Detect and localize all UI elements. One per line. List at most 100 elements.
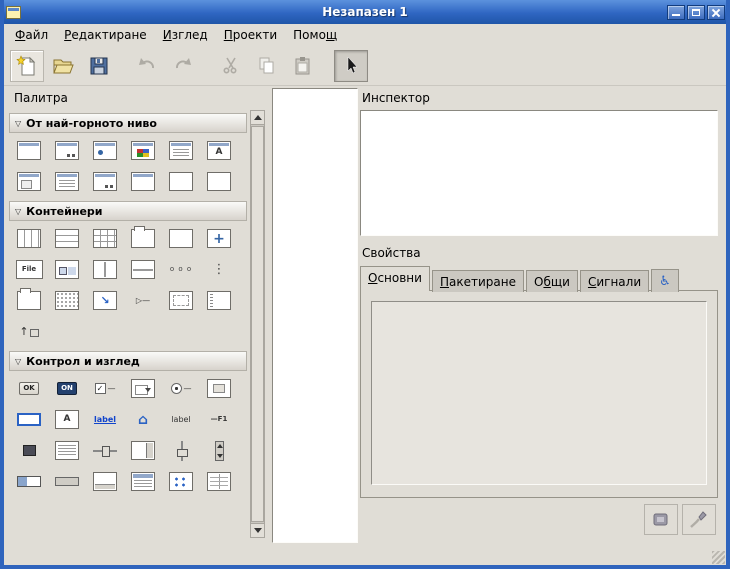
palette-item-window[interactable] bbox=[10, 135, 48, 166]
brush-icon bbox=[687, 508, 711, 532]
tab-packing[interactable]: Пакетиране bbox=[432, 270, 524, 292]
palette-item-notebook[interactable] bbox=[10, 285, 48, 316]
palette-section-header-containers[interactable]: ▽ Контейнери bbox=[9, 201, 247, 221]
palette-item-expander[interactable]: ▷— bbox=[124, 285, 162, 316]
palette-item-hseparator[interactable]: o o o bbox=[162, 254, 200, 285]
palette-item-dialog[interactable] bbox=[48, 135, 86, 166]
scroll-down-icon[interactable] bbox=[250, 523, 265, 538]
palette-item-tree-view[interactable] bbox=[200, 466, 238, 497]
input-dialog-icon bbox=[17, 172, 41, 191]
resize-grip[interactable] bbox=[712, 551, 725, 564]
new-button[interactable] bbox=[10, 50, 44, 82]
save-button[interactable] bbox=[82, 50, 116, 82]
palette-item-vscale[interactable] bbox=[162, 435, 200, 466]
inspector-view[interactable] bbox=[360, 110, 718, 236]
palette-item-message-dialog[interactable] bbox=[86, 135, 124, 166]
palette-item-vscrollbar[interactable] bbox=[200, 435, 238, 466]
menu-view[interactable]: Изглед bbox=[155, 24, 216, 46]
palette-item-hscale[interactable] bbox=[86, 435, 124, 466]
palette-item-viewport[interactable] bbox=[162, 285, 200, 316]
vscale-icon bbox=[174, 441, 189, 461]
palette-item-entry[interactable] bbox=[10, 404, 48, 435]
palette-section-header-controls[interactable]: ▽ Контрол и изглед bbox=[9, 351, 247, 371]
properties-content[interactable] bbox=[371, 301, 707, 485]
palette-section-header-toplevel[interactable]: ▽ От най-горното ниво bbox=[9, 113, 247, 133]
palette-item-vbox[interactable] bbox=[48, 223, 86, 254]
palette-item-accelerator[interactable]: —F1 bbox=[200, 404, 238, 435]
titlebar[interactable]: Незапазен 1 bbox=[4, 0, 726, 24]
palette-item-hbox[interactable] bbox=[10, 223, 48, 254]
palette-item-button[interactable]: OK bbox=[10, 373, 48, 404]
palette-item-text-entry[interactable]: A bbox=[48, 404, 86, 435]
palette-scrollbar[interactable] bbox=[250, 110, 265, 538]
palette-item-radio-button[interactable]: — bbox=[162, 373, 200, 404]
glade-window: Незапазен 1 ФайлРедактиранеИзгледПроекти… bbox=[0, 0, 730, 569]
palette-item-frame[interactable] bbox=[124, 223, 162, 254]
palette-item-table[interactable] bbox=[86, 223, 124, 254]
palette-section-title: От най-горното ниво bbox=[26, 117, 157, 130]
palette-item-assistant[interactable] bbox=[86, 166, 124, 197]
palette-item-alignment[interactable]: ↑ bbox=[10, 316, 48, 347]
palette-item-hscrollbar[interactable] bbox=[48, 466, 86, 497]
palette-item-accel-label[interactable]: label bbox=[162, 404, 200, 435]
palette-item-text-view[interactable] bbox=[48, 435, 86, 466]
palette-item-combo-box-entry[interactable]: ⌂ bbox=[124, 404, 162, 435]
palette-item-socket[interactable] bbox=[162, 166, 200, 197]
palette-item-option-menu[interactable] bbox=[200, 373, 238, 404]
scrollbar-thumb[interactable] bbox=[251, 126, 264, 522]
close-button[interactable] bbox=[707, 5, 725, 20]
cut-button[interactable] bbox=[214, 50, 248, 82]
maximize-button[interactable] bbox=[687, 5, 705, 20]
tab-common[interactable]: Общи bbox=[526, 270, 578, 292]
palette-item-icon-view[interactable] bbox=[162, 466, 200, 497]
palette-item-popup-window[interactable] bbox=[200, 166, 238, 197]
palette-item-spin-button[interactable] bbox=[124, 435, 162, 466]
palette-item-about-dialog[interactable] bbox=[48, 166, 86, 197]
palette-section-title: Контрол и изглед bbox=[26, 355, 140, 368]
selector-button[interactable] bbox=[334, 50, 368, 82]
palette-item-combo-box[interactable] bbox=[124, 373, 162, 404]
paste-button[interactable] bbox=[286, 50, 320, 82]
palette-item-handle-box[interactable] bbox=[200, 285, 238, 316]
palette-item-statusbar[interactable] bbox=[86, 466, 124, 497]
palette-item-progress-bar[interactable] bbox=[10, 466, 48, 497]
palette-item-vpaned[interactable] bbox=[124, 254, 162, 285]
palette-item-aspect-frame[interactable] bbox=[162, 223, 200, 254]
palette-item-vseparator[interactable]: ⋮ bbox=[200, 254, 238, 285]
palette-item-font-selection-dialog[interactable]: A bbox=[200, 135, 238, 166]
scroll-up-icon[interactable] bbox=[250, 110, 265, 125]
tab-signals[interactable]: Сигнали bbox=[580, 270, 649, 292]
menu-edit[interactable]: Редактиране bbox=[56, 24, 155, 46]
tab-general[interactable]: Основни bbox=[360, 266, 430, 291]
palette-item-scrolled-window[interactable]: ↘ bbox=[86, 285, 124, 316]
palette-item-color-selection-dialog[interactable] bbox=[124, 135, 162, 166]
copy-button[interactable] bbox=[250, 50, 284, 82]
tab-accessibility[interactable]: ♿ bbox=[651, 269, 679, 292]
palette-item-toggle-button[interactable]: ON bbox=[48, 373, 86, 404]
brush-button[interactable] bbox=[682, 504, 716, 535]
palette-item-toolbar[interactable] bbox=[48, 254, 86, 285]
redo-button[interactable] bbox=[166, 50, 200, 82]
menu-projects[interactable]: Проекти bbox=[216, 24, 285, 46]
minimize-button[interactable] bbox=[667, 5, 685, 20]
design-canvas[interactable] bbox=[272, 88, 358, 543]
palette-item-layout[interactable] bbox=[48, 285, 86, 316]
open-button[interactable] bbox=[46, 50, 80, 82]
palette-item-input-dialog[interactable] bbox=[10, 166, 48, 197]
palette-item-list[interactable] bbox=[124, 466, 162, 497]
palette-item-plug[interactable] bbox=[124, 166, 162, 197]
palette-item-image[interactable] bbox=[10, 435, 48, 466]
spin-button-icon bbox=[131, 441, 155, 460]
palette-item-check-button[interactable]: — bbox=[86, 373, 124, 404]
palette-item-fixed[interactable]: + bbox=[200, 223, 238, 254]
keycap-button[interactable] bbox=[644, 504, 678, 535]
palette-item-hpaned[interactable] bbox=[86, 254, 124, 285]
palette-item-menubar[interactable]: File bbox=[10, 254, 48, 285]
menu-file[interactable]: Файл bbox=[7, 24, 56, 46]
handle-box-icon bbox=[207, 291, 231, 310]
menu-help[interactable]: Помощ bbox=[285, 24, 345, 46]
undo-button[interactable] bbox=[130, 50, 164, 82]
palette-item-label[interactable]: label bbox=[86, 404, 124, 435]
palette-item-file-selection-dialog[interactable] bbox=[162, 135, 200, 166]
keycap-icon bbox=[649, 508, 673, 532]
